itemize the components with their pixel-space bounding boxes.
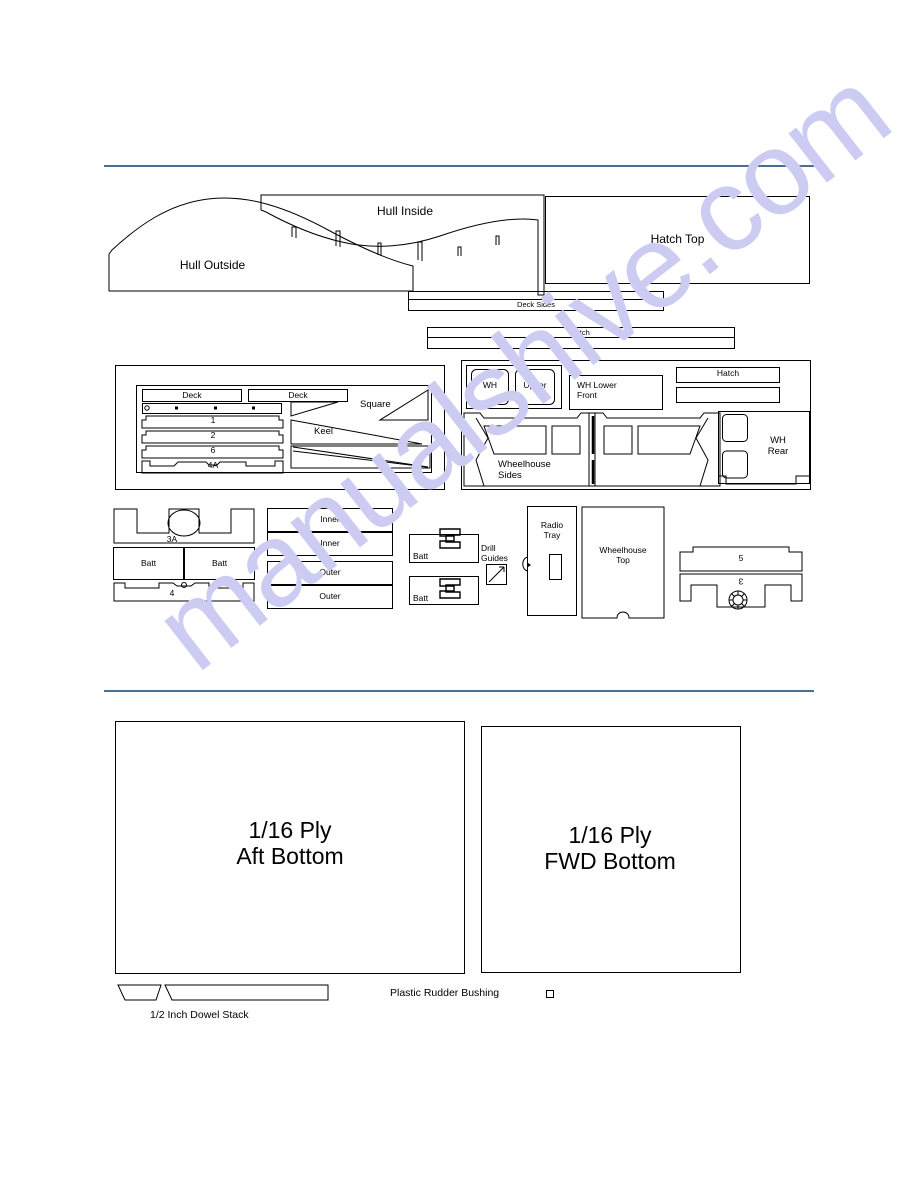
batt-left-label: Batt <box>140 558 157 568</box>
hatch-part-lower <box>676 387 780 403</box>
aft-bottom-line1: 1/16 Ply <box>248 817 332 843</box>
wheelhouse-top-label: Wheelhouse Top <box>599 545 647 565</box>
wheelhouse-sides-label: Wheelhouse Sides <box>498 459 551 481</box>
bracket-shape-1 <box>434 528 474 554</box>
frame-1-label: 1 <box>210 415 216 425</box>
part-4-label: 4 <box>169 588 175 598</box>
wh-rear-label: WH Rear <box>767 435 789 457</box>
hatch-strip-label: Hatch <box>570 328 590 337</box>
batt-small-1-label: Batt <box>413 551 429 561</box>
fwd-bottom-line1: 1/16 Ply <box>568 822 652 848</box>
part-3-grommet-icon <box>726 588 750 612</box>
aft-bottom-line2: Aft Bottom <box>236 842 344 869</box>
part-3-label: 3 <box>738 576 744 587</box>
frame-6-label: 6 <box>210 445 216 455</box>
hatch-top-label: Hatch Top <box>650 232 705 246</box>
upper-label: Upper <box>523 380 547 390</box>
divider-top <box>104 165 814 167</box>
part-4-shape <box>113 582 255 602</box>
hull-outside-label: Hull Outside <box>179 258 246 272</box>
rudder-bushing-label: Plastic Rudder Bushing <box>390 987 500 999</box>
frame-4a-label: 4A <box>207 460 219 470</box>
wh-label: WH <box>482 380 498 390</box>
inner-strip-1-label: Inner <box>320 514 340 524</box>
batt-right-label: Batt <box>211 558 228 568</box>
hull-frame-tabs <box>280 215 540 275</box>
deck-strip-right-label: Deck <box>288 390 308 400</box>
page-canvas: manualshive.com Hull Outside Hull Inside… <box>0 0 918 1188</box>
outer-strip-1-label: Outer <box>319 567 341 577</box>
hull-inside-label: Hull Inside <box>376 204 434 218</box>
wh-rear-cutouts <box>722 414 752 482</box>
rudder-bushing-icon <box>546 990 554 998</box>
fwd-bottom-label: 1/16 Ply FWD Bottom <box>495 822 725 875</box>
square-label: Square <box>360 399 391 410</box>
frame-2-label: 2 <box>210 430 216 440</box>
part-3a-label: 3A <box>166 534 178 544</box>
part-5-label: 5 <box>738 553 744 563</box>
outer-strip-2-label: Outer <box>319 591 341 601</box>
wh-lower-front-label: WH Lower Front <box>577 380 617 400</box>
inner-strip-2-label: Inner <box>320 538 340 548</box>
fwd-bottom-line2: FWD Bottom <box>544 847 676 874</box>
dowel-stack-shape <box>117 984 329 1006</box>
keel-label: Keel <box>314 426 334 437</box>
drill-guides-label: Drill Guides <box>481 543 508 563</box>
deck-sides-inner-line <box>408 291 664 300</box>
wh-rear-foot <box>718 476 810 492</box>
hatch-part-upper-label: Hatch <box>716 368 740 378</box>
deck-marker-strip <box>142 403 282 414</box>
deck-sides-label: Deck Sides <box>517 300 555 309</box>
part-3a-shape <box>113 508 255 544</box>
bracket-shape-2 <box>434 578 474 604</box>
dowel-stack-label: 1/2 Inch Dowel Stack <box>150 1009 249 1021</box>
divider-bottom <box>104 690 814 692</box>
radio-tray-cutout <box>549 554 562 580</box>
drill-guides-shape <box>486 560 512 586</box>
batt-small-2-label: Batt <box>413 593 429 603</box>
aft-bottom-label: 1/16 Ply Aft Bottom <box>175 817 405 870</box>
radio-tray-label: Radio Tray <box>540 520 564 540</box>
deck-strip-left-label: Deck <box>182 390 202 400</box>
radio-tray-notch <box>520 556 531 572</box>
